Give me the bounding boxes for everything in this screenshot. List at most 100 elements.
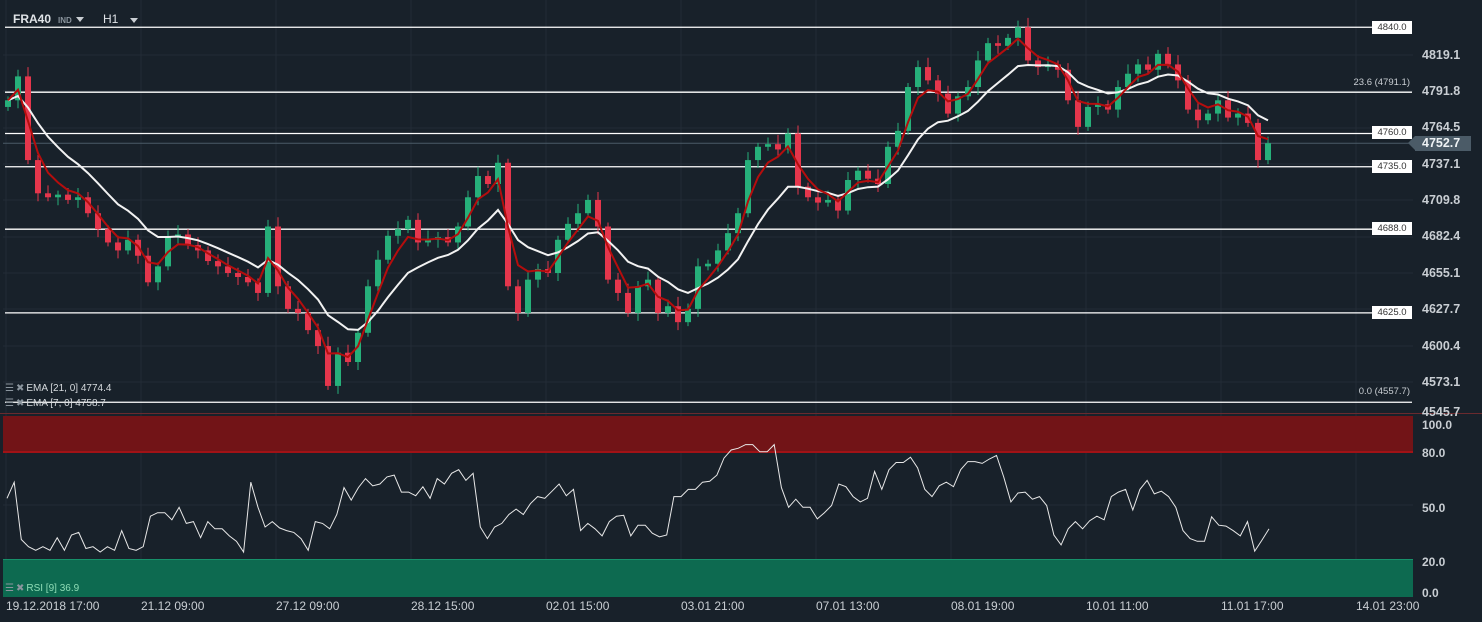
candle bbox=[1255, 118, 1261, 169]
candle-body bbox=[385, 235, 391, 260]
candle bbox=[1215, 93, 1221, 122]
time-axis-label: 11.01 17:00 bbox=[1221, 599, 1284, 613]
symbol-dropdown-icon[interactable] bbox=[76, 17, 84, 22]
candle bbox=[35, 154, 41, 202]
time-axis-label: 08.01 19:00 bbox=[951, 599, 1015, 613]
candle bbox=[175, 225, 181, 246]
level-label-4688[interactable]: 4688.0 bbox=[1372, 222, 1412, 235]
rsi-axis-label: 100.0 bbox=[1422, 418, 1453, 432]
candle-body bbox=[1255, 122, 1261, 161]
candle-body bbox=[615, 279, 621, 293]
candle-body bbox=[1165, 53, 1171, 65]
candle bbox=[995, 35, 1001, 54]
time-axis-label: 10.01 11:00 bbox=[1086, 599, 1149, 613]
settings-menu-icon[interactable]: ☰ bbox=[5, 583, 14, 594]
candle bbox=[485, 170, 491, 188]
level-label-4735[interactable]: 4735.0 bbox=[1372, 160, 1412, 173]
candle bbox=[925, 57, 931, 85]
fib-label-0-0: 0.0 (4557.7) bbox=[1358, 386, 1410, 397]
candle bbox=[1225, 91, 1231, 122]
ema21-legend: ☰ ✖ EMA [21, 0] 4774.4 bbox=[5, 383, 111, 394]
candle-body bbox=[925, 67, 931, 81]
candle-body bbox=[375, 259, 381, 287]
time-axis-label: 14.01 23:00 bbox=[1356, 599, 1420, 613]
ema21-legend-text: EMA [21, 0] 4774.4 bbox=[26, 383, 112, 394]
timeframe-dropdown-icon[interactable] bbox=[130, 18, 138, 23]
candle-body bbox=[625, 292, 631, 313]
candle bbox=[1155, 49, 1161, 78]
candle-body bbox=[755, 146, 761, 161]
candle-body bbox=[215, 261, 221, 267]
price-axis-label: 4600.4 bbox=[1422, 339, 1461, 353]
candle-body bbox=[825, 199, 831, 203]
symbol-selector[interactable]: FRA40 bbox=[13, 12, 51, 26]
candle-body bbox=[35, 160, 41, 194]
candle bbox=[535, 263, 541, 288]
candle bbox=[415, 213, 421, 251]
time-axis-label: 19.12.2018 17:00 bbox=[6, 599, 100, 613]
time-axis-label: 03.01 21:00 bbox=[681, 599, 745, 613]
candle-body bbox=[185, 234, 191, 246]
candle-body bbox=[685, 308, 691, 323]
candle bbox=[145, 247, 151, 287]
candle-body bbox=[405, 219, 411, 230]
settings-menu-icon[interactable]: ☰ bbox=[5, 398, 14, 409]
candle bbox=[935, 75, 941, 102]
candle bbox=[585, 194, 591, 218]
time-axis-label: 27.12 09:00 bbox=[276, 599, 340, 613]
price-chart[interactable] bbox=[0, 0, 1482, 622]
price-axis-label: 4545.7 bbox=[1422, 405, 1461, 419]
remove-indicator-icon[interactable]: ✖ bbox=[16, 383, 24, 394]
candle-body bbox=[1085, 106, 1091, 127]
candle-body bbox=[855, 170, 861, 181]
candle-body bbox=[75, 197, 81, 200]
level-label-4840[interactable]: 4840.0 bbox=[1372, 21, 1412, 34]
candle-body bbox=[1135, 64, 1141, 74]
candle bbox=[1095, 96, 1101, 115]
candle-body bbox=[475, 176, 481, 198]
fib-label-23-6: 23.6 (4791.1) bbox=[1353, 77, 1410, 88]
candle bbox=[155, 262, 161, 291]
level-label-4760[interactable]: 4760.0 bbox=[1372, 126, 1412, 139]
candle-body bbox=[945, 93, 951, 114]
rsi-axis-label: 0.0 bbox=[1422, 586, 1439, 600]
rsi-legend-text: RSI [9] 36.9 bbox=[26, 583, 80, 594]
settings-menu-icon[interactable]: ☰ bbox=[5, 383, 14, 394]
candle-body bbox=[105, 229, 111, 243]
price-axis-label: 4573.1 bbox=[1422, 375, 1461, 389]
rsi-oversold-zone bbox=[3, 559, 1413, 597]
candle bbox=[75, 187, 81, 208]
candle-body bbox=[865, 170, 871, 179]
remove-indicator-icon[interactable]: ✖ bbox=[16, 398, 24, 409]
price-axis-label: 4764.5 bbox=[1422, 120, 1461, 134]
candle bbox=[1265, 136, 1271, 165]
candle-body bbox=[1015, 27, 1021, 38]
candle-body bbox=[65, 194, 71, 200]
candle bbox=[915, 60, 921, 95]
candle-body bbox=[115, 242, 121, 251]
level-label-4625[interactable]: 4625.0 bbox=[1372, 306, 1412, 319]
rsi-axis-label: 80.0 bbox=[1422, 446, 1446, 460]
candle bbox=[295, 300, 301, 321]
candle bbox=[625, 283, 631, 317]
candle-body bbox=[585, 199, 591, 214]
candle bbox=[675, 296, 681, 331]
candle-body bbox=[1265, 143, 1271, 161]
candle bbox=[975, 51, 981, 95]
timeframe-selector[interactable]: H1 bbox=[103, 12, 118, 26]
ema7-legend: ☰ ✖ EMA [7, 0] 4758.7 bbox=[5, 398, 106, 409]
time-axis-label: 07.01 13:00 bbox=[816, 599, 880, 613]
candle bbox=[45, 185, 51, 202]
candle-body bbox=[845, 180, 851, 211]
candle-body bbox=[45, 193, 51, 198]
price-axis-label: 4791.8 bbox=[1422, 84, 1461, 98]
candle bbox=[615, 273, 621, 301]
remove-indicator-icon[interactable]: ✖ bbox=[16, 583, 24, 594]
candle-body bbox=[55, 194, 61, 198]
price-axis-label: 4655.1 bbox=[1422, 266, 1461, 280]
rsi-line bbox=[6, 443, 1270, 554]
candle-body bbox=[235, 273, 241, 277]
candle-body bbox=[395, 229, 401, 236]
time-axis-label: 21.12 09:00 bbox=[141, 599, 205, 613]
candle bbox=[465, 190, 471, 231]
